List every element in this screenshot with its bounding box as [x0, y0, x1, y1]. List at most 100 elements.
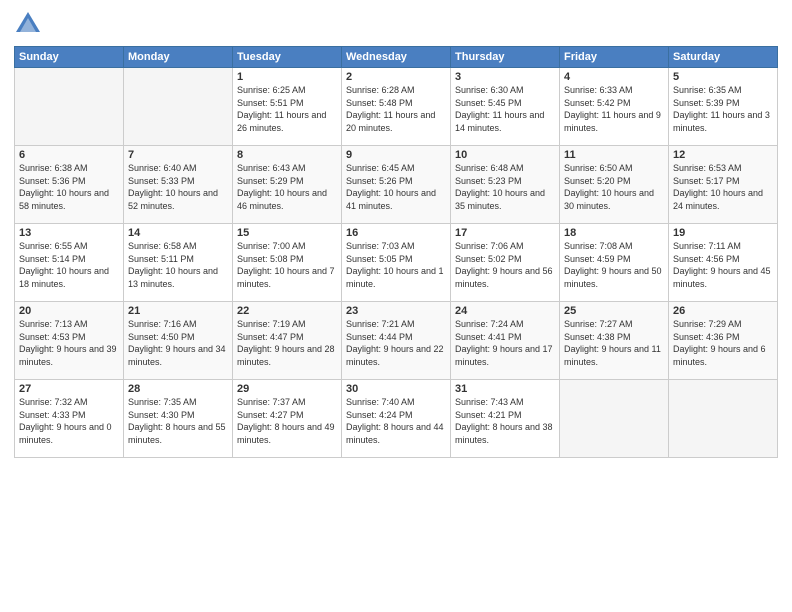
- day-number: 24: [455, 305, 555, 317]
- day-info: Sunrise: 6:43 AM Sunset: 5:29 PM Dayligh…: [237, 162, 337, 212]
- day-info: Sunrise: 7:16 AM Sunset: 4:50 PM Dayligh…: [128, 318, 228, 368]
- col-header-thursday: Thursday: [451, 47, 560, 68]
- day-number: 27: [19, 383, 119, 395]
- day-number: 3: [455, 71, 555, 83]
- day-cell: 26Sunrise: 7:29 AM Sunset: 4:36 PM Dayli…: [669, 302, 778, 380]
- day-cell: 17Sunrise: 7:06 AM Sunset: 5:02 PM Dayli…: [451, 224, 560, 302]
- day-info: Sunrise: 7:43 AM Sunset: 4:21 PM Dayligh…: [455, 396, 555, 446]
- day-cell: 7Sunrise: 6:40 AM Sunset: 5:33 PM Daylig…: [124, 146, 233, 224]
- day-cell: 31Sunrise: 7:43 AM Sunset: 4:21 PM Dayli…: [451, 380, 560, 458]
- day-info: Sunrise: 7:40 AM Sunset: 4:24 PM Dayligh…: [346, 396, 446, 446]
- day-cell: 9Sunrise: 6:45 AM Sunset: 5:26 PM Daylig…: [342, 146, 451, 224]
- day-info: Sunrise: 6:55 AM Sunset: 5:14 PM Dayligh…: [19, 240, 119, 290]
- day-number: 17: [455, 227, 555, 239]
- day-info: Sunrise: 6:58 AM Sunset: 5:11 PM Dayligh…: [128, 240, 228, 290]
- day-cell: 15Sunrise: 7:00 AM Sunset: 5:08 PM Dayli…: [233, 224, 342, 302]
- logo: [14, 10, 46, 38]
- day-cell: 2Sunrise: 6:28 AM Sunset: 5:48 PM Daylig…: [342, 68, 451, 146]
- day-info: Sunrise: 7:08 AM Sunset: 4:59 PM Dayligh…: [564, 240, 664, 290]
- day-cell: 27Sunrise: 7:32 AM Sunset: 4:33 PM Dayli…: [15, 380, 124, 458]
- day-cell: 21Sunrise: 7:16 AM Sunset: 4:50 PM Dayli…: [124, 302, 233, 380]
- calendar-table: SundayMondayTuesdayWednesdayThursdayFrid…: [14, 46, 778, 458]
- day-cell: 5Sunrise: 6:35 AM Sunset: 5:39 PM Daylig…: [669, 68, 778, 146]
- col-header-friday: Friday: [560, 47, 669, 68]
- day-number: 16: [346, 227, 446, 239]
- day-info: Sunrise: 7:29 AM Sunset: 4:36 PM Dayligh…: [673, 318, 773, 368]
- day-number: 18: [564, 227, 664, 239]
- day-number: 22: [237, 305, 337, 317]
- day-info: Sunrise: 7:06 AM Sunset: 5:02 PM Dayligh…: [455, 240, 555, 290]
- day-cell: 4Sunrise: 6:33 AM Sunset: 5:42 PM Daylig…: [560, 68, 669, 146]
- day-number: 6: [19, 149, 119, 161]
- day-number: 11: [564, 149, 664, 161]
- day-info: Sunrise: 6:33 AM Sunset: 5:42 PM Dayligh…: [564, 84, 664, 134]
- day-info: Sunrise: 6:45 AM Sunset: 5:26 PM Dayligh…: [346, 162, 446, 212]
- week-row-5: 27Sunrise: 7:32 AM Sunset: 4:33 PM Dayli…: [15, 380, 778, 458]
- day-info: Sunrise: 6:30 AM Sunset: 5:45 PM Dayligh…: [455, 84, 555, 134]
- day-cell: 23Sunrise: 7:21 AM Sunset: 4:44 PM Dayli…: [342, 302, 451, 380]
- col-header-sunday: Sunday: [15, 47, 124, 68]
- day-info: Sunrise: 6:48 AM Sunset: 5:23 PM Dayligh…: [455, 162, 555, 212]
- day-cell: 3Sunrise: 6:30 AM Sunset: 5:45 PM Daylig…: [451, 68, 560, 146]
- day-cell: 11Sunrise: 6:50 AM Sunset: 5:20 PM Dayli…: [560, 146, 669, 224]
- day-number: 19: [673, 227, 773, 239]
- day-info: Sunrise: 6:38 AM Sunset: 5:36 PM Dayligh…: [19, 162, 119, 212]
- col-header-monday: Monday: [124, 47, 233, 68]
- day-info: Sunrise: 7:11 AM Sunset: 4:56 PM Dayligh…: [673, 240, 773, 290]
- day-cell: 20Sunrise: 7:13 AM Sunset: 4:53 PM Dayli…: [15, 302, 124, 380]
- day-info: Sunrise: 7:19 AM Sunset: 4:47 PM Dayligh…: [237, 318, 337, 368]
- day-number: 8: [237, 149, 337, 161]
- day-info: Sunrise: 6:50 AM Sunset: 5:20 PM Dayligh…: [564, 162, 664, 212]
- day-cell: 19Sunrise: 7:11 AM Sunset: 4:56 PM Dayli…: [669, 224, 778, 302]
- day-info: Sunrise: 6:35 AM Sunset: 5:39 PM Dayligh…: [673, 84, 773, 134]
- day-number: 25: [564, 305, 664, 317]
- col-header-wednesday: Wednesday: [342, 47, 451, 68]
- header-row: SundayMondayTuesdayWednesdayThursdayFrid…: [15, 47, 778, 68]
- day-number: 28: [128, 383, 228, 395]
- day-number: 29: [237, 383, 337, 395]
- day-info: Sunrise: 7:32 AM Sunset: 4:33 PM Dayligh…: [19, 396, 119, 446]
- week-row-3: 13Sunrise: 6:55 AM Sunset: 5:14 PM Dayli…: [15, 224, 778, 302]
- day-cell: 22Sunrise: 7:19 AM Sunset: 4:47 PM Dayli…: [233, 302, 342, 380]
- day-cell: 6Sunrise: 6:38 AM Sunset: 5:36 PM Daylig…: [15, 146, 124, 224]
- week-row-1: 1Sunrise: 6:25 AM Sunset: 5:51 PM Daylig…: [15, 68, 778, 146]
- day-number: 5: [673, 71, 773, 83]
- week-row-4: 20Sunrise: 7:13 AM Sunset: 4:53 PM Dayli…: [15, 302, 778, 380]
- day-cell: 25Sunrise: 7:27 AM Sunset: 4:38 PM Dayli…: [560, 302, 669, 380]
- header: [14, 10, 778, 38]
- day-number: 1: [237, 71, 337, 83]
- day-number: 13: [19, 227, 119, 239]
- day-number: 12: [673, 149, 773, 161]
- main-container: SundayMondayTuesdayWednesdayThursdayFrid…: [0, 0, 792, 468]
- day-number: 21: [128, 305, 228, 317]
- day-number: 26: [673, 305, 773, 317]
- day-cell: 30Sunrise: 7:40 AM Sunset: 4:24 PM Dayli…: [342, 380, 451, 458]
- day-number: 30: [346, 383, 446, 395]
- day-number: 7: [128, 149, 228, 161]
- day-number: 31: [455, 383, 555, 395]
- logo-icon: [14, 10, 42, 38]
- day-info: Sunrise: 7:21 AM Sunset: 4:44 PM Dayligh…: [346, 318, 446, 368]
- col-header-saturday: Saturday: [669, 47, 778, 68]
- day-number: 10: [455, 149, 555, 161]
- day-info: Sunrise: 7:24 AM Sunset: 4:41 PM Dayligh…: [455, 318, 555, 368]
- day-number: 14: [128, 227, 228, 239]
- day-info: Sunrise: 7:13 AM Sunset: 4:53 PM Dayligh…: [19, 318, 119, 368]
- day-cell: 18Sunrise: 7:08 AM Sunset: 4:59 PM Dayli…: [560, 224, 669, 302]
- day-number: 2: [346, 71, 446, 83]
- day-cell: 24Sunrise: 7:24 AM Sunset: 4:41 PM Dayli…: [451, 302, 560, 380]
- day-cell: [124, 68, 233, 146]
- day-info: Sunrise: 6:40 AM Sunset: 5:33 PM Dayligh…: [128, 162, 228, 212]
- day-cell: 28Sunrise: 7:35 AM Sunset: 4:30 PM Dayli…: [124, 380, 233, 458]
- day-number: 9: [346, 149, 446, 161]
- day-cell: 13Sunrise: 6:55 AM Sunset: 5:14 PM Dayli…: [15, 224, 124, 302]
- day-number: 15: [237, 227, 337, 239]
- week-row-2: 6Sunrise: 6:38 AM Sunset: 5:36 PM Daylig…: [15, 146, 778, 224]
- day-info: Sunrise: 6:28 AM Sunset: 5:48 PM Dayligh…: [346, 84, 446, 134]
- day-cell: [15, 68, 124, 146]
- day-info: Sunrise: 7:35 AM Sunset: 4:30 PM Dayligh…: [128, 396, 228, 446]
- day-info: Sunrise: 6:53 AM Sunset: 5:17 PM Dayligh…: [673, 162, 773, 212]
- day-cell: 14Sunrise: 6:58 AM Sunset: 5:11 PM Dayli…: [124, 224, 233, 302]
- col-header-tuesday: Tuesday: [233, 47, 342, 68]
- day-cell: 29Sunrise: 7:37 AM Sunset: 4:27 PM Dayli…: [233, 380, 342, 458]
